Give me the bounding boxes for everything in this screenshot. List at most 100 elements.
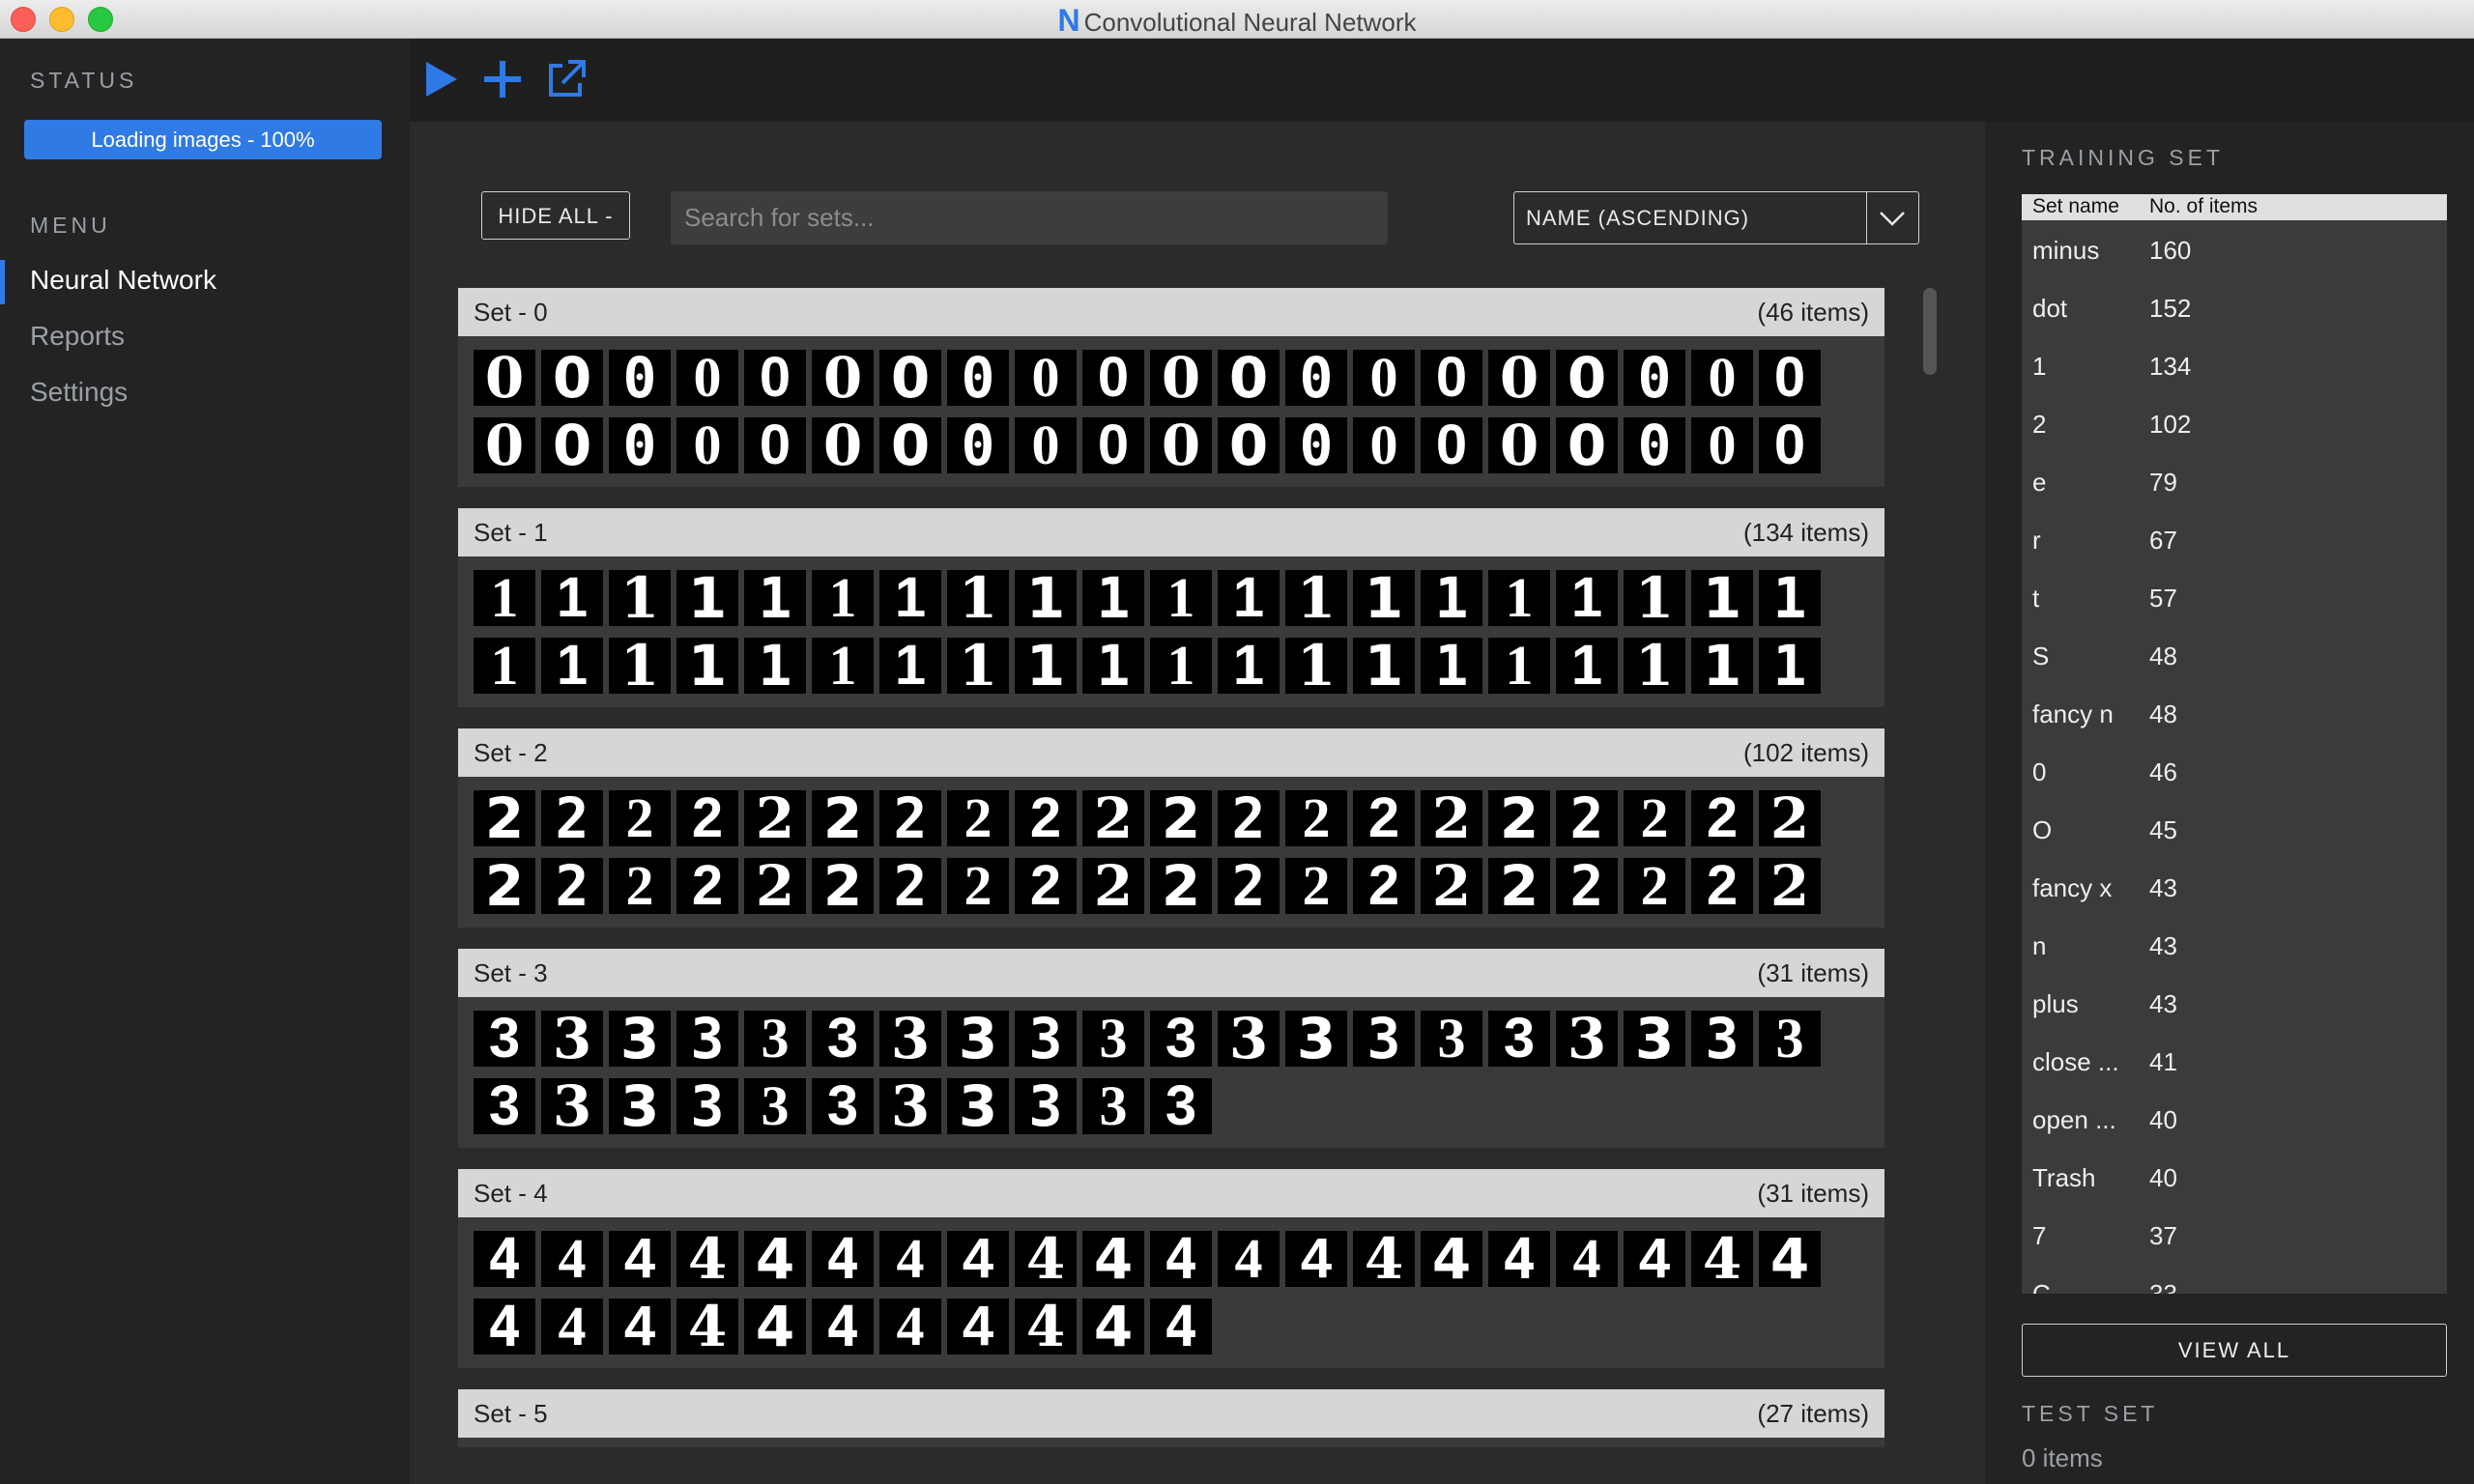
digit-image: 2 [541, 858, 603, 914]
digit-image: 3 [1624, 1011, 1685, 1067]
set-header[interactable]: Set - 3 (31 items) [458, 949, 1884, 997]
training-set-row[interactable]: 7 37 [2022, 1208, 2447, 1266]
set-name: Set - 2 [474, 738, 548, 767]
menu-item-settings[interactable]: Settings [30, 377, 128, 408]
digit-image: 1 [879, 638, 941, 694]
digit-image: 0 [1353, 350, 1415, 406]
row-item-count: 48 [2149, 642, 2177, 671]
digit-image: 0 [1353, 417, 1415, 473]
training-set-row[interactable]: minus 160 [2022, 222, 2447, 280]
digit-image: 0 [541, 417, 603, 473]
view-all-button[interactable]: VIEW ALL [2022, 1324, 2447, 1377]
sort-select[interactable]: NAME (ASCENDING) [1513, 191, 1919, 244]
training-set-row[interactable]: S 48 [2022, 628, 2447, 686]
digit-image: 1 [1691, 570, 1753, 626]
row-item-count: 48 [2149, 699, 2177, 728]
set-header[interactable]: Set - 2 (102 items) [458, 728, 1884, 777]
set-name: Set - 4 [474, 1179, 548, 1208]
digit-image: 0 [744, 350, 806, 406]
digit-image: 4 [1421, 1231, 1482, 1287]
digit-image: 4 [1759, 1231, 1821, 1287]
digit-image: 1 [1150, 570, 1212, 626]
row-set-name: 1 [2032, 352, 2047, 381]
digit-image: 3 [541, 1078, 603, 1134]
row-item-count: 79 [2149, 468, 2177, 497]
set-card[interactable]: Set - 3 (31 items) 3 3 3 3 3 3 3 3 3 3 3 3 3 3 3 3 3 3 3 3 3 3 3… [458, 949, 1884, 1148]
training-set-row[interactable]: open ... 40 [2022, 1092, 2447, 1150]
digit-image: 0 [1015, 350, 1077, 406]
set-card[interactable]: Set - 2 (102 items) 2 2 2 2 2 2 2 2 2 2 2 2 2 2 2 2 2 2 2 2 2 2… [458, 728, 1884, 928]
digit-image: 1 [1421, 638, 1482, 694]
set-card[interactable]: Set - 4 (31 items) 4 4 4 4 4 4 4 4 4 4 4 4 4 4 4 4 4 4 4 4 4 4 4… [458, 1169, 1884, 1368]
training-set-row[interactable]: O 45 [2022, 802, 2447, 860]
digit-image: 2 [1759, 858, 1821, 914]
set-card[interactable]: Set - 5 (27 items) [458, 1389, 1884, 1447]
digit-image: 0 [609, 417, 671, 473]
digit-image: 1 [676, 570, 738, 626]
digit-image: 1 [1488, 638, 1550, 694]
external-link-icon[interactable] [545, 58, 588, 100]
set-card[interactable]: Set - 1 (134 items) 1 1 1 1 1 1 1 1 1 1 1 1 1 1 1 1 1 1 1 1 1 1… [458, 508, 1884, 707]
app-icon: N [1057, 3, 1080, 38]
digit-image: 0 [1624, 417, 1685, 473]
digit-image: 3 [1691, 1011, 1753, 1067]
row-item-count: 37 [2149, 1221, 2177, 1250]
training-set-row[interactable]: close ... 41 [2022, 1034, 2447, 1092]
row-item-count: 102 [2149, 410, 2192, 439]
digit-image: 2 [1285, 790, 1347, 846]
row-set-name: O [2032, 815, 2053, 844]
training-set-row[interactable]: Trash 40 [2022, 1150, 2447, 1208]
digit-image: 1 [1285, 638, 1347, 694]
digit-image: 2 [1015, 858, 1077, 914]
chevron-down-icon[interactable] [1866, 192, 1918, 243]
row-item-count: 43 [2149, 931, 2177, 960]
digit-image: 1 [1015, 638, 1077, 694]
digit-image: 0 [879, 350, 941, 406]
row-set-name: e [2032, 468, 2047, 497]
test-set-label: TEST SET [2022, 1401, 2159, 1426]
training-set-row[interactable]: dot 152 [2022, 280, 2447, 338]
training-set-row[interactable]: t 57 [2022, 570, 2447, 628]
menu-item-neural-network[interactable]: Neural Network [30, 265, 216, 296]
menu-item-reports[interactable]: Reports [30, 321, 125, 352]
digit-image: 3 [1015, 1011, 1077, 1067]
digit-image: 0 [1082, 417, 1144, 473]
digit-image: 0 [474, 350, 535, 406]
training-set-row[interactable]: e 79 [2022, 454, 2447, 512]
digit-image: 1 [541, 570, 603, 626]
play-icon[interactable] [420, 58, 463, 100]
training-set-row[interactable]: n 43 [2022, 918, 2447, 976]
menu-label: MENU [30, 213, 111, 238]
sets-scrollbar[interactable] [1923, 288, 1937, 375]
set-header[interactable]: Set - 5 (27 items) [458, 1389, 1884, 1438]
training-set-row[interactable]: fancy n 48 [2022, 686, 2447, 744]
status-label: STATUS [30, 68, 138, 93]
search-input[interactable] [671, 191, 1388, 244]
digit-image: 3 [879, 1078, 941, 1134]
set-card[interactable]: Set - 0 (46 items) 0 0 0 0 0 0 0 0 0 0 0 0 0 0 0 0 0 0 0 0 0 0 0… [458, 288, 1884, 487]
digit-image: 2 [609, 790, 671, 846]
digit-image: 0 [1218, 417, 1280, 473]
training-set-row[interactable]: C 33 [2022, 1266, 2447, 1294]
training-set-header: Set name No. of items [2022, 194, 2447, 220]
training-set-row[interactable]: plus 43 [2022, 976, 2447, 1034]
hide-all-button[interactable]: HIDE ALL - [481, 191, 630, 240]
plus-icon[interactable] [481, 58, 524, 100]
training-set-row[interactable]: 2 102 [2022, 396, 2447, 454]
training-set-row[interactable]: 1 134 [2022, 338, 2447, 396]
digit-image: 0 [1421, 417, 1482, 473]
set-header[interactable]: Set - 1 (134 items) [458, 508, 1884, 556]
set-count: (31 items) [1757, 958, 1869, 987]
training-set-row[interactable]: r 67 [2022, 512, 2447, 570]
digit-image: 1 [1218, 570, 1280, 626]
digit-image: 1 [812, 570, 874, 626]
set-header[interactable]: Set - 4 (31 items) [458, 1169, 1884, 1217]
digit-image: 4 [1691, 1231, 1753, 1287]
set-header[interactable]: Set - 0 (46 items) [458, 288, 1884, 336]
row-set-name: n [2032, 931, 2047, 960]
training-set-row[interactable]: 0 46 [2022, 744, 2447, 802]
training-set-row[interactable]: fancy x 43 [2022, 860, 2447, 918]
digit-image: 4 [1218, 1231, 1280, 1287]
digit-image: 4 [1353, 1231, 1415, 1287]
digit-image: 3 [1082, 1078, 1144, 1134]
